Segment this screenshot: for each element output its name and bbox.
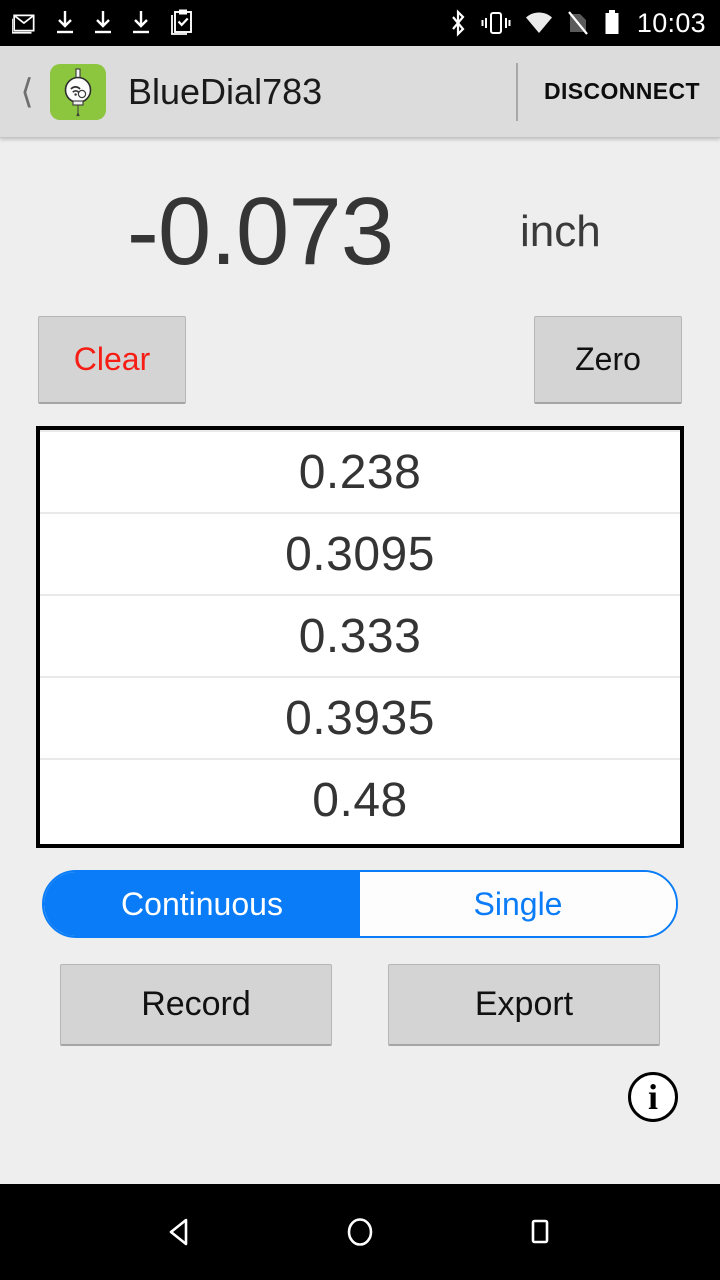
list-item[interactable]: 0.3935 — [40, 676, 680, 758]
phone-screen: 10:03 ⟨ BlueDial783 DISCONNECT -0.073 in… — [0, 0, 720, 1280]
download-icon — [92, 10, 114, 36]
status-bar-left-icons — [12, 9, 210, 37]
nav-recents-square-icon[interactable] — [495, 1215, 585, 1249]
measurement-value: -0.073 — [126, 178, 394, 285]
top-button-row: Clear Zero — [0, 316, 720, 404]
readings-list[interactable]: 0.238 0.3095 0.333 0.3935 0.48 — [36, 426, 684, 848]
status-bar-right-icons: 10:03 — [435, 8, 706, 39]
no-sim-icon — [567, 10, 589, 36]
list-item-value: 0.3935 — [285, 691, 435, 745]
disconnect-button[interactable]: DISCONNECT — [518, 64, 704, 119]
app-bar-title: BlueDial783 — [128, 70, 323, 112]
download-icon — [130, 10, 152, 36]
info-icon[interactable]: i — [628, 1072, 678, 1122]
export-button[interactable]: Export — [388, 964, 660, 1046]
status-bar-clock: 10:03 — [636, 7, 706, 38]
back-chevron-icon[interactable]: ⟨ — [10, 75, 44, 109]
clear-button[interactable]: Clear — [38, 316, 186, 404]
main-content: -0.073 inch Clear Zero 0.238 0.3095 0.33… — [0, 138, 720, 1184]
measurement-unit: inch — [520, 207, 601, 256]
battery-icon — [603, 9, 621, 37]
list-item-value: 0.3095 — [285, 527, 435, 581]
mode-toggle: Continuous Single — [42, 870, 678, 938]
list-item-value: 0.48 — [312, 773, 408, 827]
list-item[interactable]: 0.48 — [40, 758, 680, 840]
tab-continuous[interactable]: Continuous — [44, 872, 360, 936]
tab-single[interactable]: Single — [360, 872, 676, 936]
download-icon — [54, 10, 76, 36]
info-row: i — [0, 1072, 720, 1122]
dial-indicator-icon — [50, 63, 106, 120]
zero-button[interactable]: Zero — [534, 316, 682, 404]
android-nav-bar — [0, 1184, 720, 1280]
list-item[interactable]: 0.3095 — [40, 512, 680, 594]
vibrate-icon — [481, 10, 511, 36]
list-item[interactable]: 0.333 — [40, 594, 680, 676]
bluetooth-icon — [449, 9, 467, 37]
list-item-value: 0.333 — [298, 609, 422, 663]
wifi-icon — [525, 11, 553, 35]
nav-home-circle-icon[interactable] — [315, 1215, 405, 1249]
app-bar: ⟨ BlueDial783 DISCONNECT — [0, 46, 720, 138]
list-item-value: 0.238 — [298, 445, 422, 499]
clipboard-check-icon — [168, 9, 194, 37]
status-bar: 10:03 — [0, 0, 720, 46]
measurement-display: -0.073 inch — [0, 138, 720, 308]
nav-back-triangle-icon[interactable] — [135, 1215, 225, 1249]
bottom-button-row: Record Export — [0, 964, 720, 1046]
list-item[interactable]: 0.238 — [40, 430, 680, 512]
gmail-icon — [12, 10, 38, 36]
record-button[interactable]: Record — [60, 964, 332, 1046]
